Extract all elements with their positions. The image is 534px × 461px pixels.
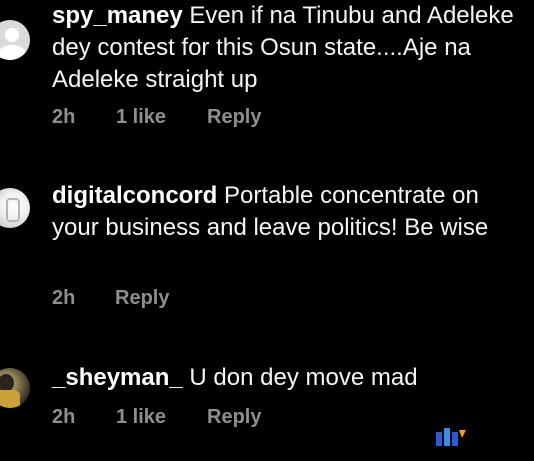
reply-button[interactable]: Reply: [115, 287, 169, 310]
comment-time: 2h: [52, 106, 76, 128]
comment-text: U don dey move mad: [182, 364, 418, 391]
comment-username[interactable]: digitalconcord: [52, 182, 217, 209]
reply-button[interactable]: Reply: [207, 406, 261, 429]
comment-likes[interactable]: 1 like: [116, 406, 207, 429]
reply-button[interactable]: Reply: [207, 106, 261, 129]
comment-body: _sheyman_ U don dey move mad: [52, 362, 522, 394]
comment-username[interactable]: _sheyman_: [52, 364, 183, 391]
comment-time: 2h: [52, 406, 76, 428]
comment-username[interactable]: spy_maney: [52, 2, 183, 29]
comment-meta: 2h 1 like Reply: [52, 106, 261, 129]
comment-body: digitalconcord Portable concentrate on y…: [52, 180, 522, 244]
profile-photo-icon[interactable]: [0, 368, 30, 408]
comment-time: 2h: [52, 287, 76, 309]
comment-body: spy_maney Even if na Tinubu and Adeleke …: [52, 0, 522, 96]
comment-likes[interactable]: 1 like: [116, 106, 207, 129]
default-avatar-icon[interactable]: [0, 20, 30, 60]
profile-photo-icon[interactable]: [0, 188, 30, 228]
comment-meta: 2h Reply: [52, 287, 169, 310]
comment-meta: 2h 1 like Reply: [52, 406, 261, 429]
brand-logo-watermark-icon: [436, 428, 466, 446]
